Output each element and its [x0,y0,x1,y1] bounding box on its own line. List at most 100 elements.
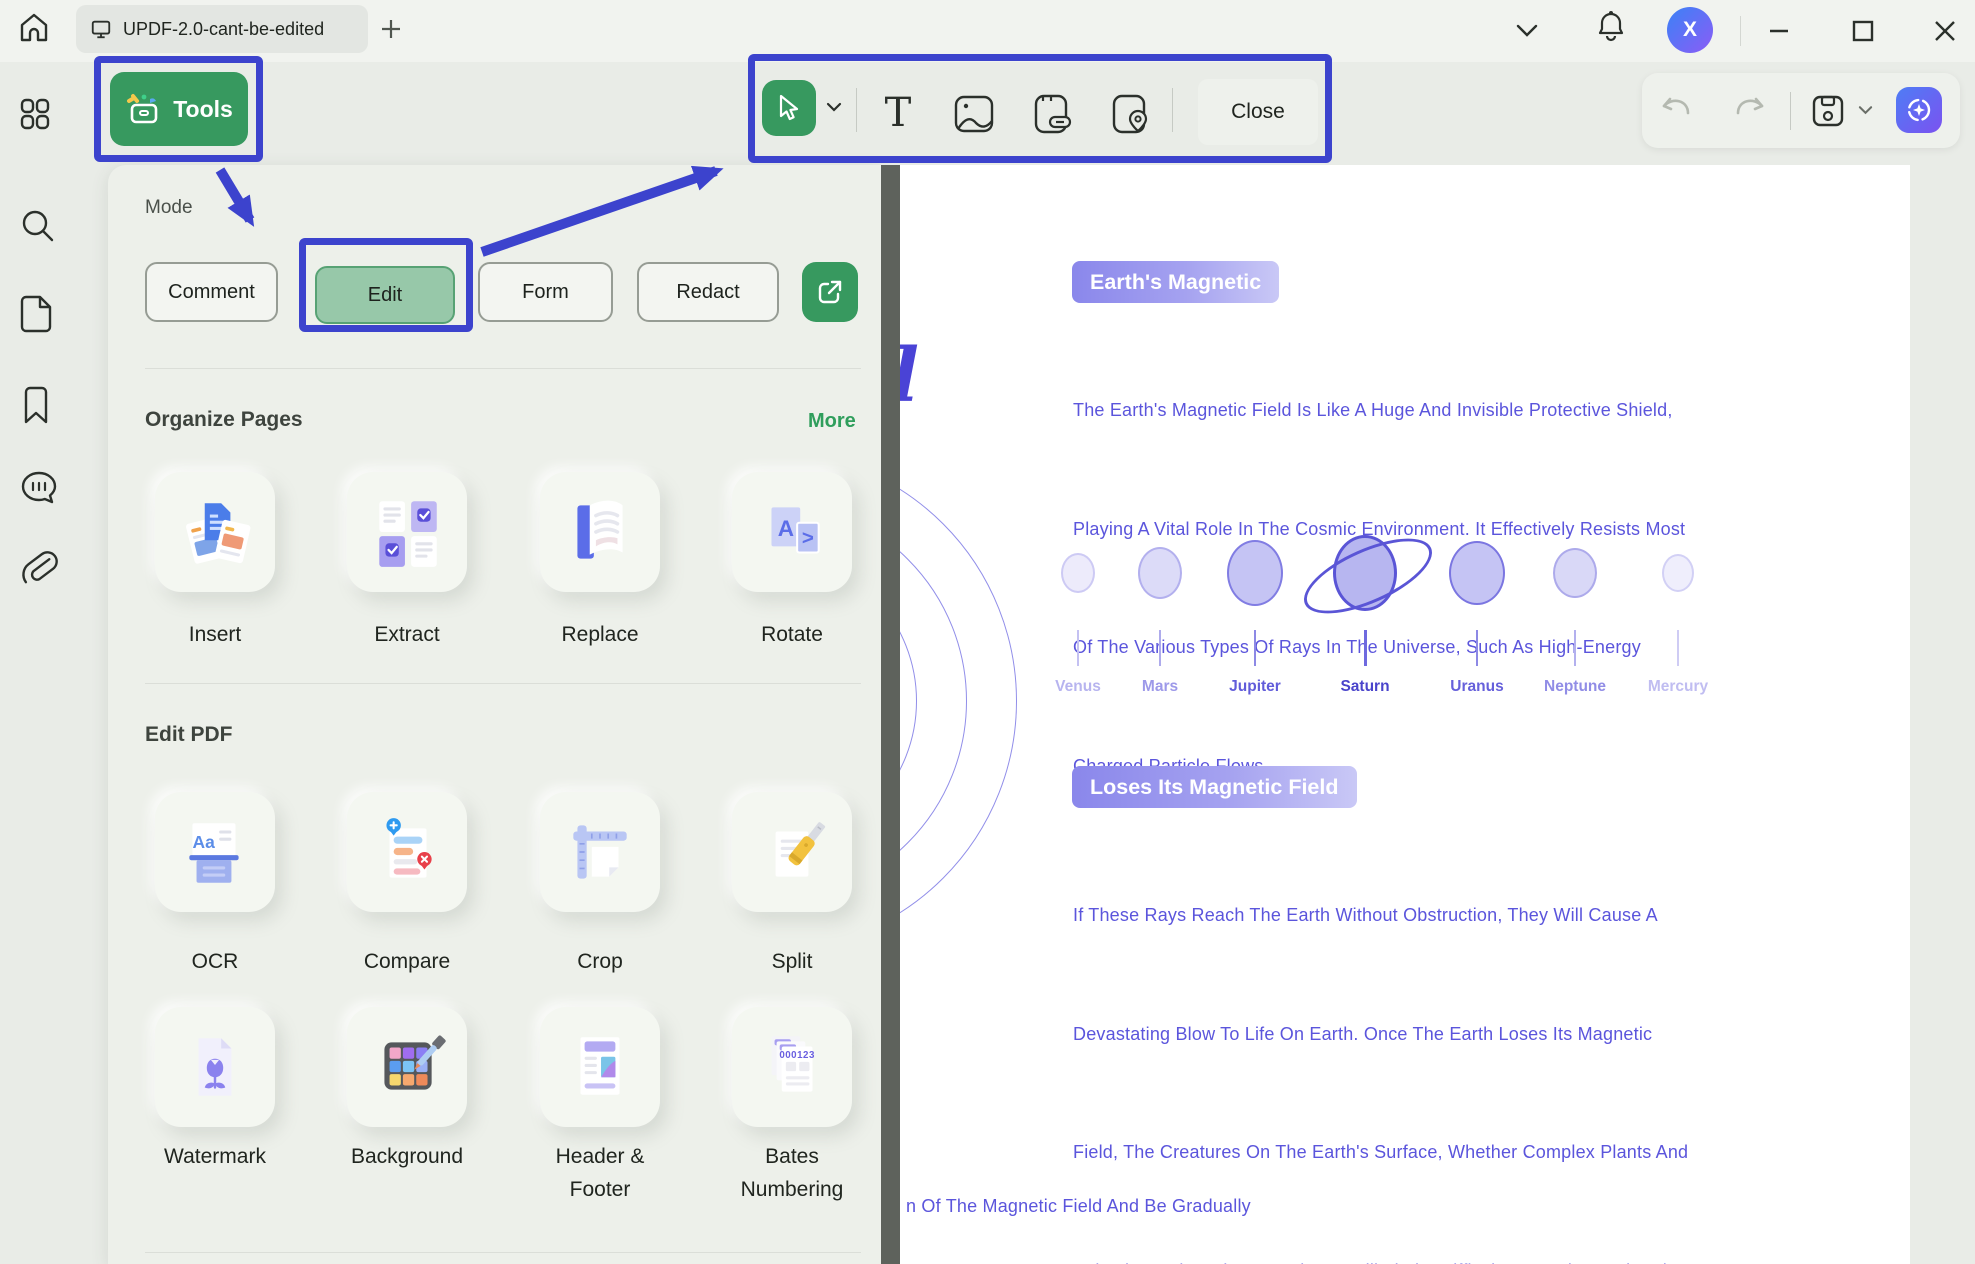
close-window-button[interactable] [1928,14,1962,48]
tile-crop[interactable] [540,792,660,912]
sidebar-item-comments[interactable] [20,470,58,506]
chevron-down-icon [1515,24,1539,38]
crop-icon [561,813,639,891]
tile-split[interactable] [732,792,852,912]
sidebar-item-pages[interactable] [20,295,54,333]
paragraph-line: If These Rays Reach The Earth Without Ob… [1073,896,1688,936]
select-tool-button[interactable] [762,80,816,136]
pdf-page: l Earth's Magnetic The Earth's Magnetic … [900,165,1910,1264]
collapse-toolbar-button[interactable] [1510,14,1544,48]
tile-insert[interactable] [155,472,275,592]
tile-watermark[interactable] [155,1007,275,1127]
sidebar-item-attachments[interactable] [20,548,60,588]
minimize-button[interactable] [1762,14,1796,48]
sidebar-item-apps[interactable] [20,98,50,130]
tile-label-crop: Crop [525,945,675,978]
mode-button-comment[interactable]: Comment [145,262,278,322]
planet-mercury: Mercury [1618,520,1738,696]
planet-label: Mercury [1648,678,1708,696]
image-icon [954,95,994,133]
planet-venus-circle [1061,553,1095,593]
panel-scrollbar[interactable] [881,165,900,1264]
doc-heading-2-text: Loses Its Magnetic Field [1090,775,1339,800]
section-divider [145,1252,861,1253]
mode-button-label: Edit [368,284,402,307]
expand-panel-button[interactable] [802,262,858,322]
bates-numbering-icon: 000123 [753,1028,831,1106]
save-options-dropdown[interactable] [1858,105,1873,116]
orbit-arc [900,450,1017,952]
tile-ocr[interactable]: Aa [155,792,275,912]
planet-mars-circle [1138,547,1182,599]
maximize-button[interactable] [1846,14,1880,48]
planet-neptune-circle [1553,548,1597,598]
external-link-icon [816,278,844,306]
home-button[interactable] [18,11,50,45]
split-icon [753,813,831,891]
link-tool-button[interactable] [1032,93,1074,135]
tile-compare[interactable] [347,792,467,912]
undo-icon [1660,95,1692,125]
svg-text:000123: 000123 [779,1050,815,1061]
maximize-icon [1850,18,1876,44]
tile-rotate[interactable]: A > [732,472,852,592]
bell-icon [1596,10,1626,44]
save-button[interactable] [1810,93,1846,129]
planet-label: Saturn [1340,678,1389,696]
tile-replace[interactable] [540,472,660,592]
notifications-button[interactable] [1594,10,1628,44]
chevron-down-icon [1858,105,1873,116]
tab-title: UPDF-2.0-cant-be-edited [123,19,324,40]
cursor-icon [776,94,802,122]
tile-label-insert: Insert [140,618,290,651]
toolbox-icon [125,92,163,126]
home-icon [18,11,50,45]
text-tool-button[interactable]: T [877,92,919,134]
tile-label-compare: Compare [332,945,482,978]
organize-pages-title: Organize Pages [145,408,303,432]
select-tool-dropdown[interactable] [826,102,842,113]
mode-button-redact[interactable]: Redact [637,262,779,322]
page-link-icon [1032,93,1074,135]
tile-label-bates-numbering: Bates Numbering [727,1140,857,1206]
planet-tick [1077,630,1079,666]
tile-bates-numbering[interactable]: 000123 [732,1007,852,1127]
titlebar-divider [1740,16,1741,46]
tile-background[interactable] [347,1007,467,1127]
user-avatar[interactable]: X [1667,7,1713,53]
tile-extract[interactable] [347,472,467,592]
new-tab-button[interactable] [378,16,404,42]
watermark-icon [176,1028,254,1106]
toolbar-separator [856,88,857,132]
planet-tick [1254,630,1257,666]
mode-button-edit[interactable]: Edit [315,266,455,324]
doc-heading-1-text: Earth's Magnetic [1090,270,1261,295]
tools-button[interactable]: Tools [110,72,248,146]
comment-bubble-icon [20,470,58,506]
mode-button-label: Redact [676,281,739,304]
redo-button[interactable] [1734,95,1766,125]
save-icon [1810,93,1846,129]
image-tool-button[interactable] [954,95,994,133]
close-edit-mode-button[interactable]: Close [1198,79,1318,145]
organize-more-link[interactable]: More [808,410,856,433]
bookmark-icon [20,386,52,424]
svg-text:A: A [778,516,794,541]
sidebar-item-bookmarks[interactable] [20,386,52,424]
paperclip-icon [20,548,60,588]
undo-button[interactable] [1660,95,1692,125]
mode-button-form[interactable]: Form [478,262,613,322]
ai-assistant-button[interactable] [1896,87,1942,133]
planet-saturn: Saturn [1305,520,1425,696]
sidebar-item-search[interactable] [20,208,56,244]
paragraph-line: Devastating Blow To Life On Earth. Once … [1073,1015,1688,1055]
toolbar-separator [1790,92,1791,130]
sign-location-tool-button[interactable] [1110,93,1152,135]
ocr-icon: Aa [176,813,254,891]
quick-actions-group [1642,73,1960,148]
tile-header-footer[interactable] [540,1007,660,1127]
minimize-icon [1766,18,1792,44]
close-icon [1932,18,1958,44]
document-tab[interactable]: UPDF-2.0-cant-be-edited [76,5,368,53]
compare-icon [368,813,446,891]
